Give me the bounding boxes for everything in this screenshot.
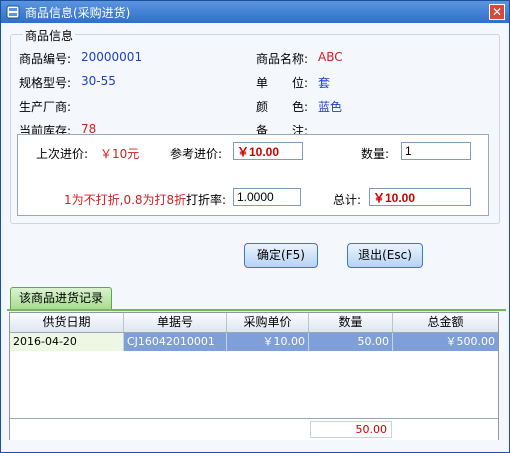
maker-label: 生产厂商: [19, 100, 72, 114]
exit-button[interactable]: 退出(Esc) [347, 243, 423, 268]
unit-label: 单 位: [256, 76, 309, 90]
code-label: 商品编号: [19, 52, 72, 66]
color-value: 蓝色 [318, 100, 343, 114]
last-price-label: 上次进价: [36, 147, 89, 161]
table-row[interactable]: 2016-04-20 CJ16042010001 ￥10.00 50.00 ￥5… [10, 333, 498, 351]
cell-doc-no: CJ16042010001 [124, 333, 227, 351]
pricing-panel: 上次进价: ￥10元 参考进价: 数量: 1为不打折,0.8为打8折 打折率: … [17, 134, 489, 216]
cell-total: ￥500.00 [393, 333, 498, 351]
color-label: 颜 色: [256, 100, 309, 114]
history-table: 供货日期 单据号 采购单价 数量 总金额 2016-04-20 CJ160420… [9, 312, 499, 440]
discount-label: 打折率: [186, 193, 227, 207]
app-icon [6, 5, 20, 19]
close-icon: ✕ [491, 5, 503, 19]
header-date[interactable]: 供货日期 [10, 313, 124, 332]
spec-value: 30-55 [81, 74, 116, 88]
total-input[interactable] [369, 188, 471, 206]
tab-underline [7, 309, 506, 311]
spec-label: 规格型号: [19, 76, 72, 90]
group-title: 商品信息 [23, 27, 76, 44]
footer-qty-sum: 50.00 [310, 421, 392, 438]
close-button[interactable]: ✕ [489, 4, 505, 20]
unit-value: 套 [318, 76, 331, 90]
cell-unit-price: ￥10.00 [227, 333, 309, 351]
discount-input[interactable] [233, 188, 301, 206]
name-value: ABC [318, 50, 343, 64]
title-bar[interactable]: 商品信息(采购进货) ✕ [1, 1, 509, 23]
header-unit-price[interactable]: 采购单价 [227, 313, 309, 332]
tab-purchase-history[interactable]: 该商品进货记录 [10, 287, 113, 309]
discount-hint: 1为不打折,0.8为打8折 [64, 193, 187, 207]
cell-qty: 50.00 [309, 333, 393, 351]
window-title: 商品信息(采购进货) [25, 6, 131, 20]
code-value: 20000001 [81, 50, 143, 64]
dialog-window: 商品信息(采购进货) ✕ 商品信息 商品编号: 20000001 商品名称: A… [0, 0, 510, 453]
client-area: 商品信息 商品编号: 20000001 商品名称: ABC 规格型号: 30-5… [4, 24, 506, 450]
header-total[interactable]: 总金额 [393, 313, 498, 332]
qty-label: 数量: [361, 147, 390, 161]
last-price-value: ￥10元 [100, 147, 140, 161]
ref-price-label: 参考进价: [170, 147, 223, 161]
ok-button[interactable]: 确定(F5) [244, 243, 318, 268]
cell-date: 2016-04-20 [10, 333, 124, 351]
header-doc-no[interactable]: 单据号 [124, 313, 227, 332]
qty-input[interactable] [401, 142, 471, 160]
name-label: 商品名称: [256, 52, 309, 66]
header-qty[interactable]: 数量 [309, 313, 393, 332]
ref-price-input[interactable] [233, 142, 303, 160]
table-header: 供货日期 单据号 采购单价 数量 总金额 [10, 313, 498, 333]
total-label: 总计: [333, 193, 362, 207]
table-footer: 50.00 [10, 418, 498, 440]
